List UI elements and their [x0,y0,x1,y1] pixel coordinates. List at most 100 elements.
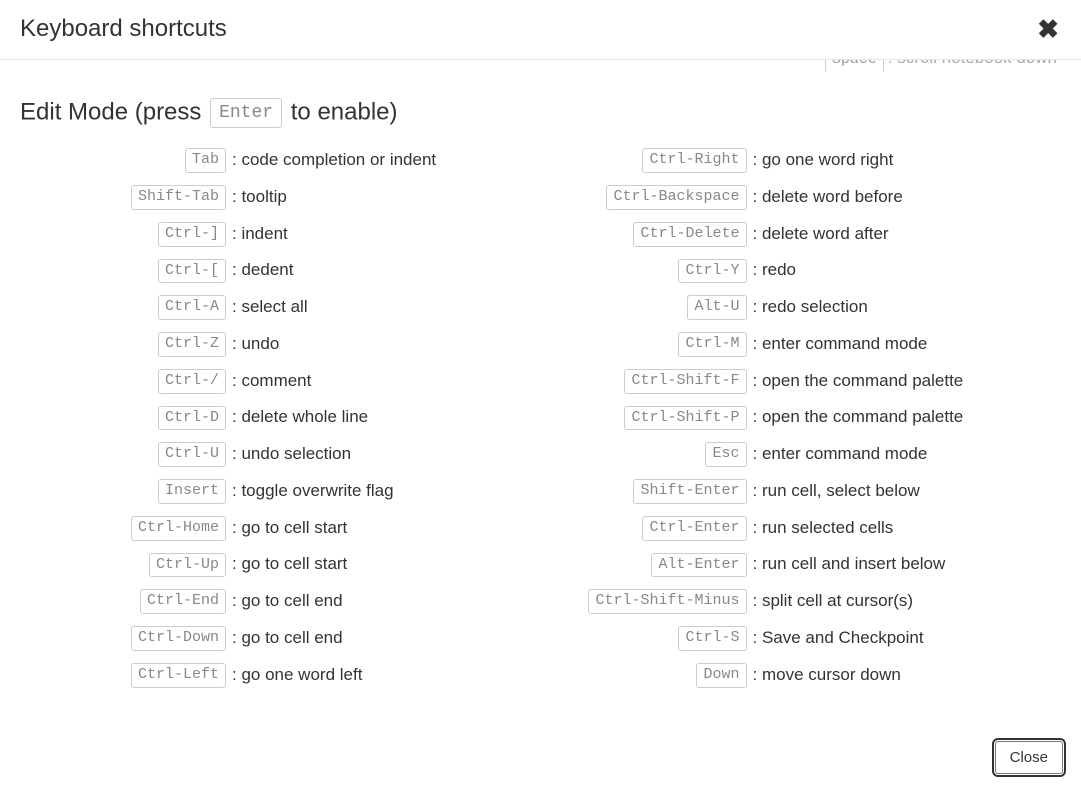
shortcut-desc: open the command palette [751,407,1062,427]
shortcut-row: Ctrl-Backspacedelete word before [541,179,1062,216]
dialog-header: Keyboard shortcuts ✖ [0,0,1081,60]
shortcut-keycell: Ctrl-[ [20,259,230,284]
shortcut-keycell: Ctrl-Enter [541,516,751,541]
shortcut-row: Ctrl-Menter command mode [541,326,1062,363]
shortcut-key: Insert [158,479,226,504]
section-heading-prefix: Edit Mode (press [20,98,208,125]
shortcut-desc: go one word left [230,665,541,685]
shortcut-desc: enter command mode [751,334,1062,354]
shortcut-key: Ctrl-Down [131,626,226,651]
shortcut-keycell: Tab [20,148,230,173]
shortcut-grid: Tabcode completion or indentShift-Tabtoo… [20,142,1061,693]
shortcut-keycell: Ctrl-Left [20,663,230,688]
shortcut-desc: select all [230,297,541,317]
shortcut-row: Ctrl-Leftgo one word left [20,657,541,694]
shortcut-desc: run cell and insert below [751,554,1062,574]
shortcut-row: Ctrl-Shift-Minussplit cell at cursor(s) [541,583,1062,620]
shortcut-keycell: Ctrl-Right [541,148,751,173]
shortcut-keycell: Ctrl-Down [20,626,230,651]
dialog-body[interactable]: Space scroll notebook down Edit Mode (pr… [0,60,1081,729]
shortcut-keycell: Shift-Tab [20,185,230,210]
shortcut-keycell: Ctrl-End [20,589,230,614]
shortcut-row: Shift-Enterrun cell, select below [541,473,1062,510]
shortcut-key: Ctrl-M [678,332,746,357]
shortcut-row: Ctrl-Zundo [20,326,541,363]
shortcut-col-right: Ctrl-Rightgo one word rightCtrl-Backspac… [541,142,1062,693]
shortcut-key: Tab [185,148,226,173]
shortcut-key: Ctrl-Left [131,663,226,688]
shortcut-row: Ctrl-Rightgo one word right [541,142,1062,179]
shortcut-row: Ctrl-Upgo to cell start [20,547,541,584]
shortcut-key: Shift-Tab [131,185,226,210]
shortcut-row: Alt-Uredo selection [541,289,1062,326]
shortcut-key: Esc [705,442,746,467]
shortcut-keycell: Ctrl-U [20,442,230,467]
shortcut-desc: go to cell start [230,518,541,538]
shortcut-desc: enter command mode [751,444,1062,464]
shortcut-row: Ctrl-/comment [20,363,541,400]
shortcut-key: Ctrl-D [158,406,226,431]
shortcut-row: Inserttoggle overwrite flag [20,473,541,510]
shortcut-desc: comment [230,371,541,391]
shortcut-row: Ctrl-Ddelete whole line [20,400,541,437]
shortcut-key: Alt-Enter [651,553,746,578]
shortcut-desc: dedent [230,260,541,280]
shortcut-row: Ctrl-Yredo [541,253,1062,290]
shortcut-key: Ctrl-Z [158,332,226,357]
shortcut-desc: split cell at cursor(s) [751,591,1062,611]
shortcut-keycell: Ctrl-Home [20,516,230,541]
shortcut-desc: redo selection [751,297,1062,317]
shortcut-keycell: Ctrl-Shift-Minus [541,589,751,614]
shortcut-key: Ctrl-Shift-P [624,406,746,431]
shortcut-row: Tabcode completion or indent [20,142,541,179]
shortcut-key: Ctrl-] [158,222,226,247]
shortcut-keycell: Ctrl-D [20,406,230,431]
shortcut-row: Ctrl-[dedent [20,253,541,290]
shortcut-desc: run cell, select below [751,481,1062,501]
shortcut-row: Alt-Enterrun cell and insert below [541,547,1062,584]
shortcut-key: Ctrl-S [678,626,746,651]
shortcut-desc: Save and Checkpoint [751,628,1062,648]
shortcut-row: Downmove cursor down [541,657,1062,694]
shortcut-keycell: Ctrl-M [541,332,751,357]
dialog-title: Keyboard shortcuts [20,15,227,44]
shortcut-key: Ctrl-A [158,295,226,320]
shortcut-desc: run selected cells [751,518,1062,538]
shortcut-key: Ctrl-Up [149,553,226,578]
shortcut-row: Ctrl-Deletedelete word after [541,216,1062,253]
shortcut-keycell: Down [541,663,751,688]
shortcut-desc: toggle overwrite flag [230,481,541,501]
shortcut-row: Ctrl-Aselect all [20,289,541,326]
shortcut-key: Ctrl-Right [642,148,746,173]
shortcut-row: Ctrl-Shift-Fopen the command palette [541,363,1062,400]
previous-section-clipped-row: Space scroll notebook down [541,60,1062,72]
shortcut-keycell: Ctrl-Up [20,553,230,578]
shortcut-keycell: Ctrl-A [20,295,230,320]
shortcut-keycell: Ctrl-] [20,222,230,247]
shortcut-row: Shift-Tabtooltip [20,179,541,216]
shortcut-desc: delete word after [751,224,1062,244]
close-icon[interactable]: ✖ [1035,16,1061,42]
shortcut-keycell: Shift-Enter [541,479,751,504]
shortcut-desc: tooltip [230,187,541,207]
dialog-body-wrap: Space scroll notebook down Edit Mode (pr… [0,60,1081,729]
shortcut-desc: go to cell end [230,628,541,648]
shortcut-desc: delete whole line [230,407,541,427]
section-heading-edit-mode: Edit Mode (press Enter to enable) [20,98,1061,129]
shortcut-row: Ctrl-SSave and Checkpoint [541,620,1062,657]
shortcut-desc: scroll notebook down [884,60,1057,68]
close-button[interactable]: Close [995,741,1063,774]
shortcut-key: Ctrl-End [140,589,226,614]
shortcut-row: Ctrl-Endgo to cell end [20,583,541,620]
shortcut-desc: code completion or indent [230,150,541,170]
shortcut-key: Shift-Enter [633,479,746,504]
shortcut-keycell: Insert [20,479,230,504]
shortcut-key: Ctrl-Shift-Minus [588,589,746,614]
shortcut-row: Ctrl-Homego to cell start [20,510,541,547]
shortcut-row: Ctrl-Uundo selection [20,436,541,473]
shortcut-key: Down [696,663,746,688]
shortcut-desc: delete word before [751,187,1062,207]
shortcut-keycell: Alt-Enter [541,553,751,578]
shortcut-col-left: Tabcode completion or indentShift-Tabtoo… [20,142,541,693]
shortcut-key: Ctrl-Enter [642,516,746,541]
